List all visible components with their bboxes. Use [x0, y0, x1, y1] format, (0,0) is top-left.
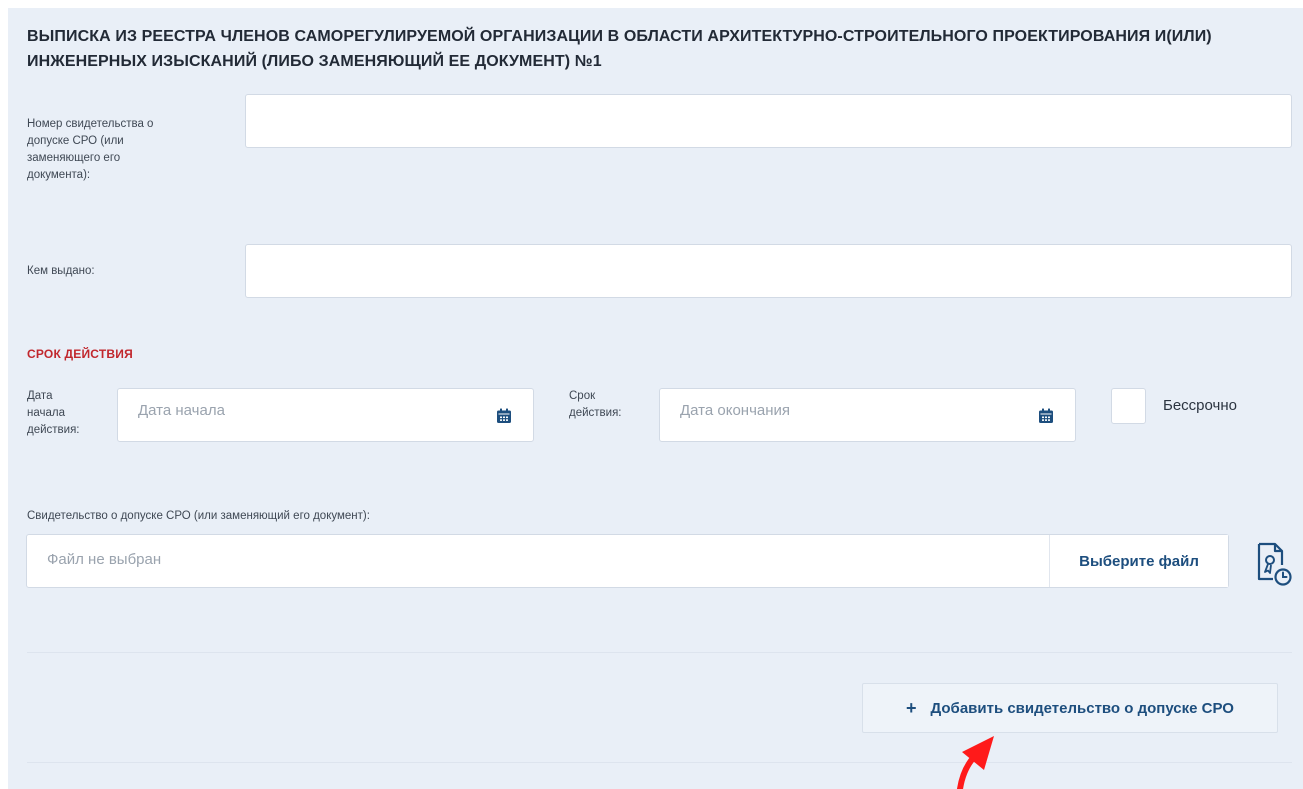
- end-date-label: Срок действия:: [569, 388, 649, 422]
- label-line: начала: [27, 407, 65, 419]
- indefinite-checkbox[interactable]: [1111, 388, 1146, 424]
- label-line: Срок: [569, 390, 596, 402]
- divider: [27, 762, 1292, 763]
- label-line: заменяющего его: [27, 152, 121, 164]
- red-arrow-annotation: [957, 736, 994, 789]
- end-date-placeholder: Дата окончания: [680, 402, 791, 419]
- label-line: действия:: [27, 424, 80, 436]
- section-title: ВЫПИСКА ИЗ РЕЕСТРА ЧЛЕНОВ САМОРЕГУЛИРУЕМ…: [27, 28, 1212, 70]
- start-date-label: Дата начала действия:: [27, 388, 107, 439]
- calendar-icon[interactable]: [1038, 408, 1054, 424]
- file-label: Свидетельство о допуске СРО (или заменяю…: [27, 510, 370, 522]
- file-placeholder: Файл не выбран: [47, 551, 162, 568]
- end-date-input[interactable]: Дата окончания: [659, 388, 1076, 442]
- label-line: действия:: [569, 407, 622, 419]
- validity-heading: СРОК ДЕЙСТВИЯ: [27, 347, 133, 361]
- add-certificate-label: Добавить свидетельство о допуске СРО: [930, 699, 1234, 717]
- file-sign-icon[interactable]: [1255, 541, 1293, 587]
- label-line: Дата: [27, 390, 53, 402]
- label-line: Номер свидетельства о: [27, 118, 154, 130]
- indefinite-label[interactable]: Бессрочно: [1163, 397, 1237, 414]
- label-line: документа):: [27, 169, 91, 181]
- label-line: допуске СРО (или: [27, 135, 124, 147]
- issued-by-input[interactable]: [245, 244, 1292, 298]
- issued-by-label: Кем выдано:: [27, 265, 95, 277]
- cert-number-label: Номер свидетельства о допуске СРО (или з…: [27, 116, 197, 184]
- file-input[interactable]: Файл не выбран Выберите файл: [26, 534, 1229, 588]
- calendar-icon[interactable]: [496, 408, 512, 424]
- cert-number-input[interactable]: [245, 94, 1292, 148]
- plus-icon: +: [906, 697, 917, 718]
- choose-file-button[interactable]: Выберите файл: [1049, 535, 1228, 587]
- divider: [27, 652, 1292, 653]
- start-date-input[interactable]: Дата начала: [117, 388, 534, 442]
- add-certificate-button[interactable]: + Добавить свидетельство о допуске СРО: [862, 683, 1278, 733]
- start-date-placeholder: Дата начала: [138, 402, 225, 419]
